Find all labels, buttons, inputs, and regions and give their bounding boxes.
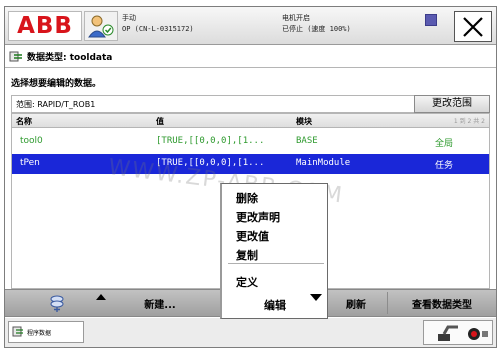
table-header: 名称 值 模块 1 到 2 共 2 (12, 114, 489, 128)
table-row[interactable]: tool0 [TRUE,[[0,0,0],[1... BASE 全局 (12, 132, 489, 152)
row-module: BASE (296, 136, 318, 146)
toggle-icon (50, 295, 64, 312)
row-value: [TRUE,[[0,0,0],[1... (156, 158, 265, 168)
status-bar: ABB 手动 OP (CN-L-0315172) 电机开启 已停止 (速度 10… (5, 7, 496, 45)
divider (5, 67, 496, 68)
menu-item-change-value[interactable]: 更改值 (236, 228, 269, 244)
close-button[interactable] (454, 11, 492, 42)
abb-logo: ABB (17, 13, 73, 39)
column-header-name: 名称 (16, 117, 32, 126)
program-data-task-button[interactable]: 程序数据 (8, 321, 84, 343)
menu-divider (228, 263, 324, 264)
status-left: 手动 OP (CN-L-0315172) (122, 13, 194, 35)
row-scope: 全局 (435, 139, 454, 149)
menu-item-define[interactable]: 定义 (236, 274, 258, 290)
taskbar: 程序数据 (5, 318, 496, 347)
robot-icon (438, 325, 488, 341)
arrow-up-button[interactable] (89, 284, 113, 310)
scope-label: 范围: RAPID/T_ROB1 (16, 100, 96, 109)
view-datatype-button[interactable]: 查看数据类型 (390, 290, 494, 316)
new-button[interactable]: 新建... (123, 290, 197, 316)
menu-item-change-declaration[interactable]: 更改声明 (236, 209, 280, 225)
refresh-button[interactable]: 刷新 (328, 290, 384, 316)
quickset-icon[interactable] (425, 14, 437, 26)
operating-mode: 手动 (122, 14, 136, 22)
scope-bar: 范围: RAPID/T_ROB1 更改范围 (11, 95, 490, 113)
instruction-text: 选择想要编辑的数据。 (11, 79, 102, 89)
quickset-robot-button[interactable] (423, 320, 493, 345)
status-right: 电机开启 已停止 (速度 100%) (282, 13, 351, 35)
arrow-up-icon (96, 294, 106, 300)
table-row-selected[interactable]: tPen [TRUE,[[0,0,0],[1... MainModule 任务 (12, 154, 489, 174)
column-header-value: 值 (156, 117, 164, 126)
toggle-button[interactable] (43, 290, 71, 316)
edit-button[interactable]: 编辑 (264, 297, 286, 313)
data-icon (9, 51, 22, 61)
user-icon (88, 15, 114, 38)
page-title-row: 数据类型: tooldata (9, 48, 112, 64)
motor-state: 电机开启 (282, 14, 310, 22)
row-module: MainModule (296, 158, 351, 168)
pager-text: 1 到 2 共 2 (453, 118, 485, 125)
controller-name: OP (CN-L-0315172) (122, 25, 194, 33)
row-value: [TRUE,[[0,0,0],[1... (156, 136, 265, 146)
flexpendant-window: ABB 手动 OP (CN-L-0315172) 电机开启 已停止 (速度 10… (4, 6, 497, 348)
run-state: 已停止 (速度 100%) (282, 25, 351, 33)
change-scope-button[interactable]: 更改范围 (414, 95, 490, 113)
page-title: 数据类型: tooldata (27, 52, 113, 63)
row-name: tPen (20, 158, 40, 168)
dropdown-arrow-icon (310, 294, 322, 301)
close-icon (463, 16, 483, 37)
user-button[interactable] (84, 11, 118, 41)
menu-item-delete[interactable]: 删除 (236, 190, 258, 206)
column-header-module: 模块 (296, 117, 312, 126)
row-name: tool0 (20, 136, 43, 146)
row-scope: 任务 (435, 161, 454, 171)
edit-context-menu: 删除 更改声明 更改值 复制 定义 编辑 (220, 183, 328, 319)
abb-menu-button[interactable]: ABB (8, 11, 82, 41)
task-label: 程序数据 (27, 329, 52, 337)
app-icon (12, 326, 23, 337)
menu-item-copy[interactable]: 复制 (236, 247, 258, 263)
divider (387, 292, 388, 314)
